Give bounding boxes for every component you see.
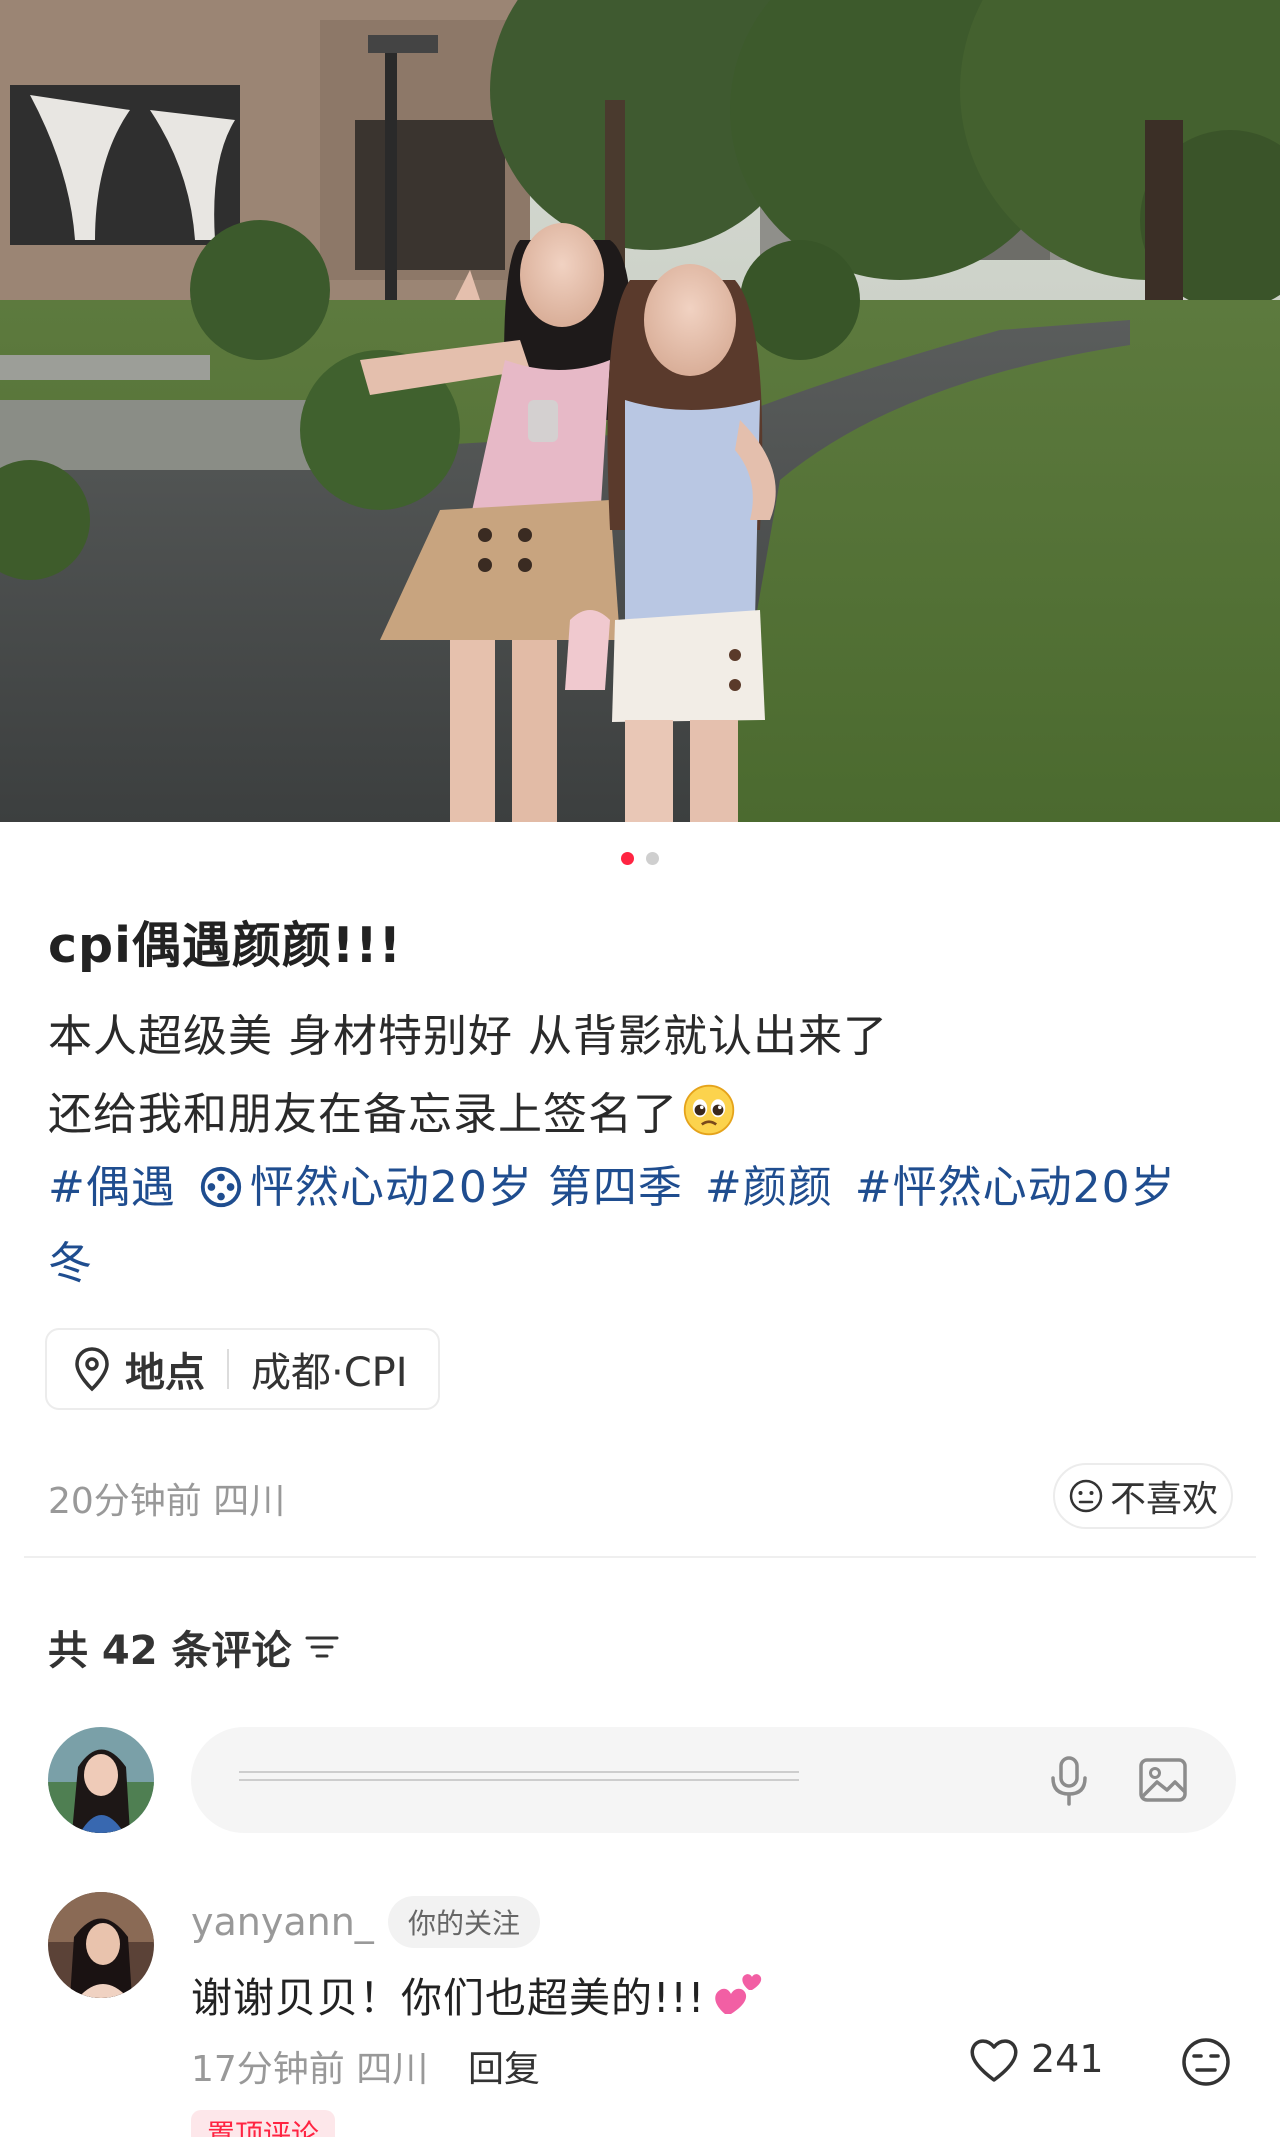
two-hearts-emoji	[715, 1974, 762, 2014]
comment-username[interactable]: yanyann_	[191, 1900, 374, 1944]
location-label: 地点	[125, 1350, 205, 1396]
tag-show-label: 怦然心动20岁 第四季	[249, 1162, 683, 1213]
dislike-label: 不喜欢	[1109, 1479, 1218, 1520]
comment-composer[interactable]	[191, 1727, 1236, 1833]
image-pager[interactable]	[0, 852, 1280, 865]
post-title: cpi偶遇颜颜!!!	[48, 917, 402, 974]
comment-text: 谢谢贝贝！你们也超美的!!!	[191, 1964, 765, 2024]
pager-dot-2[interactable]	[646, 852, 659, 865]
sort-icon[interactable]	[304, 1632, 340, 1662]
tag-show-winter-label: #怦然心动20岁	[854, 1162, 1176, 1213]
post-image[interactable]	[0, 0, 1280, 822]
tag-show-winter-wrap: 冬	[48, 1238, 93, 1289]
post-photo	[0, 0, 1280, 822]
dislike-button[interactable]: 不喜欢	[1053, 1463, 1233, 1529]
comment-dislike-icon[interactable]	[1180, 2036, 1232, 2088]
my-avatar[interactable]	[48, 1727, 154, 1833]
my-avatar-image	[48, 1727, 154, 1833]
commenter-avatar-image	[48, 1892, 154, 1998]
neutral-face-icon	[1069, 1479, 1103, 1513]
following-badge: 你的关注	[388, 1896, 541, 1948]
placeholder-line	[239, 1771, 799, 1773]
location-pin-icon	[75, 1347, 109, 1392]
microphone-icon[interactable]	[1041, 1752, 1097, 1808]
pinned-comment-badge: 置顶评论	[191, 2110, 336, 2137]
tag-encounter[interactable]: #偶遇	[48, 1162, 176, 1213]
pleading-face-emoji	[683, 1084, 735, 1136]
film-reel-icon	[200, 1166, 241, 1208]
post-body-line-2-text: 还给我和朋友在备忘录上签名了	[48, 1089, 678, 1140]
placeholder-line	[239, 1779, 799, 1781]
post-meta: 20分钟前 四川	[48, 1481, 286, 1522]
location-value: 成都·CPI	[251, 1350, 408, 1396]
tag-yanyan[interactable]: #颜颜	[705, 1162, 833, 1213]
section-divider	[24, 1556, 1256, 1558]
tag-show[interactable]: 怦然心动20岁 第四季	[198, 1162, 683, 1213]
comments-count-label: 共 42 条评论	[48, 1628, 292, 1674]
post-body-line-2: 还给我和朋友在备忘录上签名了	[48, 1078, 736, 1142]
heart-icon	[970, 2039, 1018, 2082]
comment-text-content: 谢谢贝贝！你们也超美的!!!	[191, 1974, 706, 2022]
location-chip[interactable]: 地点 成都·CPI	[45, 1328, 440, 1410]
reply-button[interactable]: 回复	[468, 2040, 540, 2092]
like-count: 241	[1031, 2037, 1104, 2081]
location-divider	[227, 1349, 229, 1389]
post-body-line-1: 本人超级美 身材特别好 从背影就认出来了	[48, 1011, 888, 1062]
comments-count: 共 42 条评论	[48, 1618, 340, 1676]
comment-time: 17分钟前 四川	[191, 2049, 429, 2090]
pager-dot-1[interactable]	[621, 852, 634, 865]
image-picker-icon[interactable]	[1135, 1752, 1191, 1808]
like-button[interactable]: 241	[967, 2034, 1104, 2084]
commenter-avatar[interactable]	[48, 1892, 154, 1998]
post-tags: #偶遇 怦然心动20岁 第四季 #颜颜 #怦然心动20岁冬	[48, 1150, 1238, 1302]
